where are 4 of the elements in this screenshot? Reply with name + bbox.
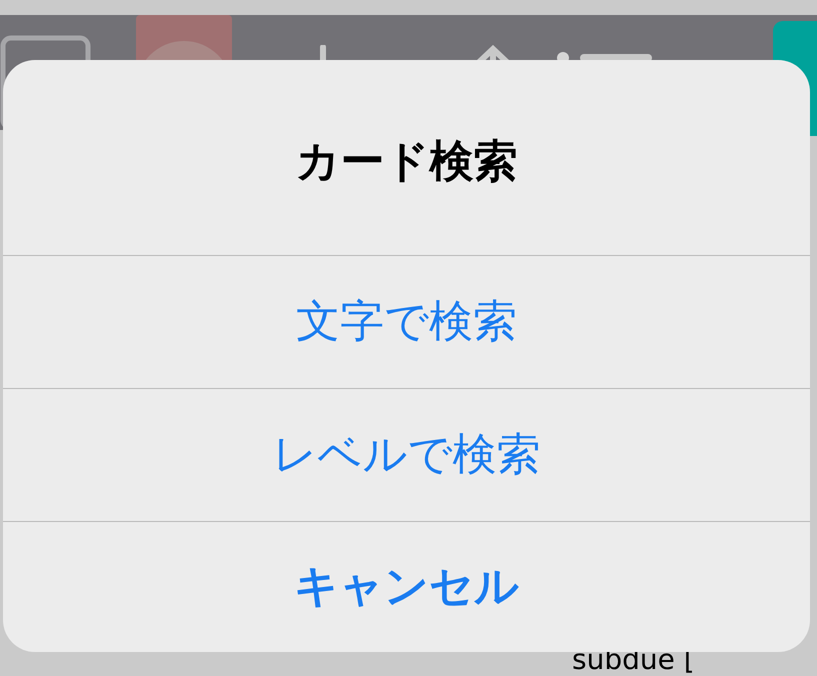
action-button[interactable]: 文字で検索 [3,255,810,388]
action-button[interactable]: レベルで検索 [3,388,810,521]
cancel-button[interactable]: キャンセル [3,521,810,652]
sheet-title: カード検索 [296,138,518,187]
